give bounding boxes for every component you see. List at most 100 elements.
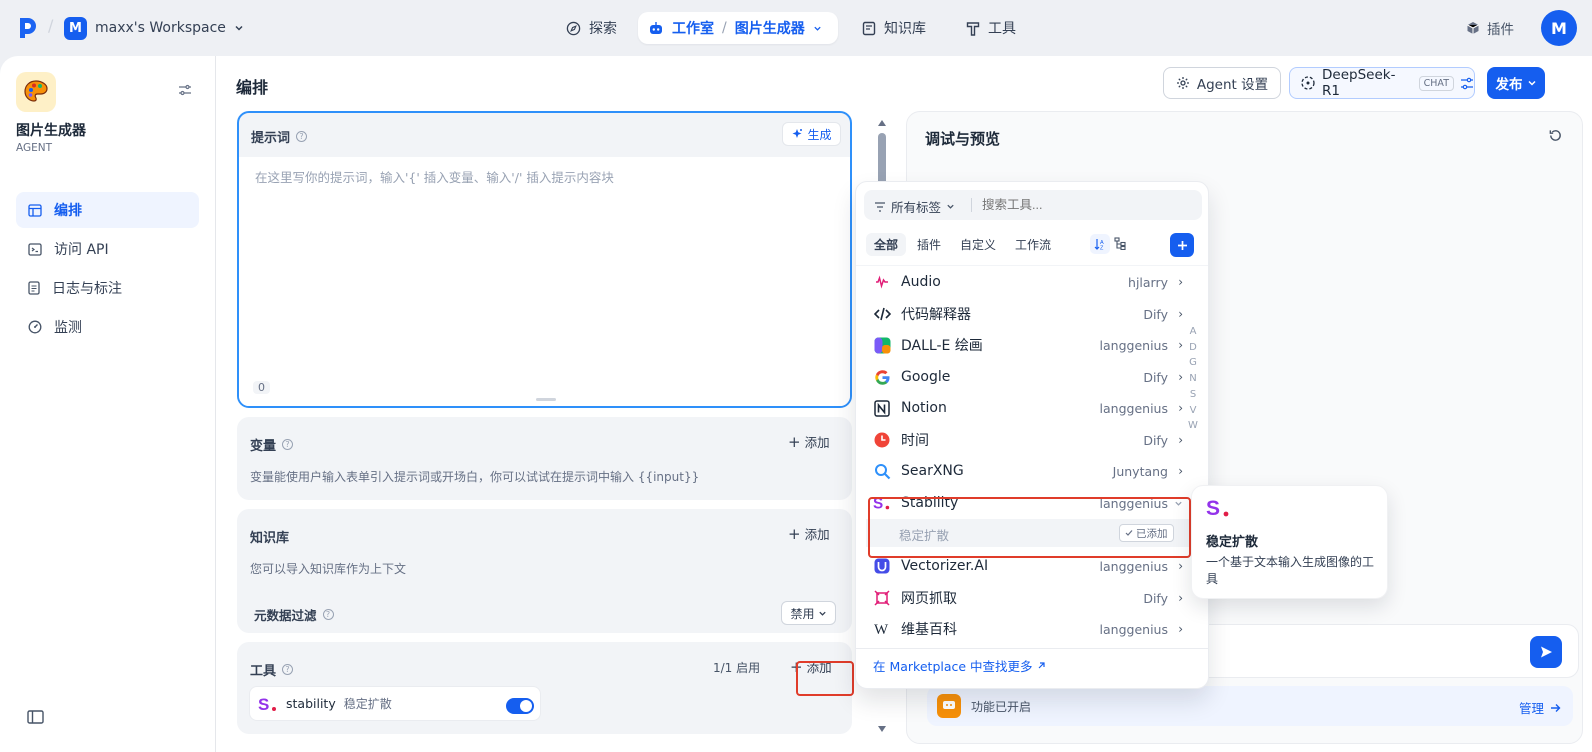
nav-tools[interactable]: 工具 (956, 12, 1026, 44)
alpha-letter[interactable]: S (1187, 387, 1199, 403)
alpha-letter[interactable]: A (1187, 324, 1199, 340)
alpha-letter[interactable]: W (1187, 418, 1199, 434)
tool-row-code[interactable]: 代码解释器 Dify › (856, 299, 1210, 329)
tool-search-bar: 所有标签 (864, 190, 1202, 220)
marketplace-link[interactable]: 在 Marketplace 中查找更多 (873, 656, 1046, 675)
nav-explore[interactable]: 探索 (556, 12, 627, 44)
add-custom-tool-button[interactable] (1170, 233, 1194, 257)
help-icon[interactable]: ? (322, 609, 334, 620)
tool-row-dalle[interactable]: DALL-E 绘画 langgenius › (856, 330, 1210, 360)
chevron-right-icon: › (1178, 464, 1183, 478)
tab-all[interactable]: 全部 (866, 233, 907, 256)
tool-item[interactable]: S stability 稳定扩散 (249, 686, 541, 721)
app-name: 图片生成器 (16, 123, 86, 139)
tool-row-webscraper[interactable]: 网页抓取 Dify › (856, 583, 1210, 613)
refresh-icon[interactable] (1548, 128, 1563, 143)
chevron-right-icon: › (1178, 401, 1183, 415)
external-link-icon (1037, 661, 1046, 670)
scroll-down-icon[interactable] (878, 726, 886, 732)
breadcrumb-separator: / (722, 20, 727, 36)
tag-filter-label: 所有标签 (891, 200, 942, 215)
alpha-letter[interactable]: V (1187, 403, 1199, 419)
tool-author: Junytang (1112, 463, 1168, 479)
alpha-letter[interactable]: D (1187, 340, 1199, 356)
model-selector[interactable]: DeepSeek-R1 CHAT (1289, 67, 1475, 99)
prompt-textarea[interactable]: 在这里写你的提示词，输入'{' 插入变量、输入'/' 插入提示内容块 0 (239, 157, 850, 406)
tree-view-icon[interactable] (1114, 237, 1127, 250)
tool-row-searxng[interactable]: SearXNG Junytang › (856, 456, 1210, 486)
sort-alpha-icon[interactable]: AZ (1090, 234, 1110, 254)
scroll-up-icon[interactable] (878, 120, 886, 126)
current-app-label[interactable]: 图片生成器 (735, 18, 805, 38)
chevron-down-icon (234, 23, 244, 33)
publish-button[interactable]: 发布 (1487, 67, 1545, 99)
feature-bar: 功能已开启 管理 (927, 686, 1573, 726)
chevron-down-icon (1527, 78, 1537, 88)
tool-name: 代码解释器 (901, 307, 971, 323)
chevron-right-icon: › (1178, 275, 1183, 289)
tool-name: Notion (901, 400, 947, 416)
help-icon[interactable]: ? (282, 439, 294, 450)
help-icon[interactable]: ? (282, 664, 294, 675)
tool-row-audio[interactable]: Audio hjlarry › (856, 267, 1210, 297)
tool-enable-toggle[interactable] (506, 698, 534, 714)
user-avatar[interactable]: M (1541, 10, 1577, 46)
tab-custom[interactable]: 自定义 (952, 233, 1004, 256)
top-bar: / M maxx's Workspace 探索 工作室 / 图片生成器 知识库 … (0, 0, 1592, 56)
help-icon[interactable]: ? (296, 131, 308, 142)
send-button[interactable] (1530, 636, 1562, 668)
workspace-avatar: M (64, 16, 87, 40)
sidebar-item-api[interactable]: 访问 API (16, 231, 199, 267)
sliders-icon[interactable] (1460, 77, 1474, 90)
sidebar-item-label: 监测 (54, 320, 82, 336)
sidebar-toggle-icon[interactable] (27, 710, 44, 724)
tool-row-notion[interactable]: Notion langgenius › (856, 393, 1210, 423)
sidebar-item-orchestrate[interactable]: 编排 (16, 192, 199, 228)
variables-card: 变量? + 添加 变量能使用户输入表单引入提示词或开场白，你可以试试在提示词中输入… (237, 417, 852, 500)
workspace-selector[interactable]: M maxx's Workspace (64, 16, 244, 40)
plus-icon (1177, 240, 1188, 251)
metadata-filter-select[interactable]: 禁用 (781, 601, 836, 625)
prompt-title: 提示词 (251, 131, 291, 146)
tool-search-input[interactable] (982, 194, 1192, 216)
robot-icon (648, 20, 664, 36)
svg-text:Z: Z (1100, 246, 1104, 251)
add-variable-button[interactable]: + 添加 (788, 432, 830, 451)
chevron-down-icon (813, 24, 822, 33)
nav-knowledge[interactable]: 知识库 (852, 12, 936, 44)
tool-author: langgenius (1099, 558, 1168, 574)
tooltip-title: 稳定扩散 (1206, 535, 1259, 550)
sidebar-item-logs[interactable]: 日志与标注 (16, 270, 199, 306)
plugins-button[interactable]: 插件 (1466, 18, 1514, 38)
tab-plugins[interactable]: 插件 (909, 233, 949, 256)
svg-text:W: W (874, 622, 889, 636)
chevron-right-icon: › (1178, 338, 1183, 352)
tool-name: 网页抓取 (901, 591, 957, 607)
sidebar-item-monitor[interactable]: 监测 (16, 309, 199, 345)
stability-icon: S (258, 696, 278, 712)
add-knowledge-button[interactable]: + 添加 (788, 524, 830, 543)
gear-icon (1176, 76, 1190, 90)
generate-button[interactable]: 生成 (782, 122, 841, 146)
manage-button[interactable]: 管理 (1519, 698, 1561, 717)
chevron-down-icon (946, 202, 955, 211)
nav-studio[interactable]: 工作室 / 图片生成器 (638, 12, 838, 44)
stability-icon: S (1206, 498, 1232, 518)
tag-filter[interactable]: 所有标签 (874, 197, 955, 216)
knowledge-card: 知识库 + 添加 您可以导入知识库作为上下文 元数据过滤 ? 禁用 (237, 509, 852, 633)
feature-icon (937, 694, 961, 718)
tool-row-time[interactable]: 时间 Dify › (856, 425, 1210, 455)
resize-handle[interactable] (536, 398, 556, 401)
highlight-box (796, 661, 854, 696)
tab-workflow[interactable]: 工作流 (1007, 233, 1059, 256)
dify-logo-icon[interactable] (18, 16, 38, 40)
alpha-letter[interactable]: N (1187, 371, 1199, 387)
agent-settings-button[interactable]: Agent 设置 (1163, 67, 1281, 99)
alpha-letter[interactable]: G (1187, 355, 1199, 371)
generate-label: 生成 (807, 127, 832, 142)
nav-knowledge-label: 知识库 (884, 21, 926, 37)
tool-row-google[interactable]: Google Dify › (856, 362, 1210, 392)
knowledge-title: 知识库 (250, 531, 290, 546)
tool-row-wikipedia[interactable]: W 维基百科 langgenius › (856, 614, 1210, 644)
collapse-settings-icon[interactable] (178, 84, 192, 96)
